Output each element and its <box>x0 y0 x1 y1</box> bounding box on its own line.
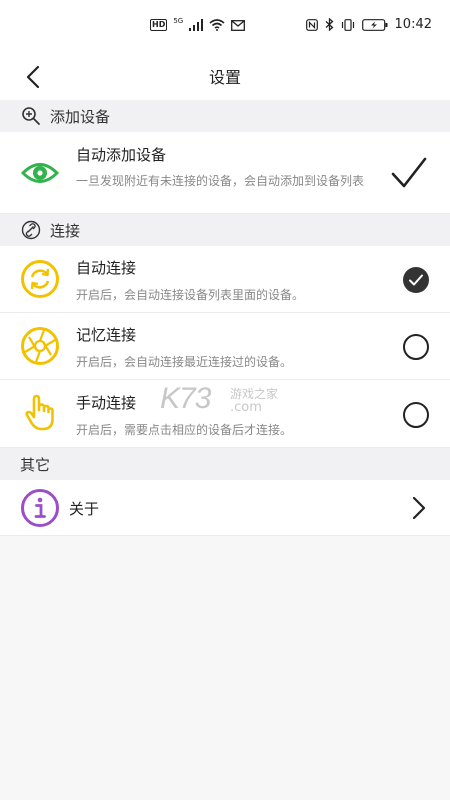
page-title: 设置 <box>208 68 241 87</box>
row-description: 开启后，会自动连接设备列表里面的设备。 <box>76 288 305 302</box>
clock: 10:42 <box>394 17 432 32</box>
status-left: HD 5G <box>150 17 246 31</box>
row-description: 开启后，需要点击相应的设备后才连接。 <box>76 423 293 437</box>
row-auto-add-device[interactable]: 自动添加设备 一旦发现附近有未连接的设备，会自动添加到设备列表 <box>0 132 450 214</box>
radio-checked-icon[interactable] <box>402 266 430 294</box>
chevron-right-icon[interactable] <box>410 495 428 521</box>
checkmark-icon[interactable] <box>390 156 428 190</box>
status-right: 10:42 <box>305 17 432 32</box>
section-header-connect: 连接 <box>0 214 450 246</box>
row-title: 手动连接 <box>76 394 137 412</box>
section-label-connect: 连接 <box>50 221 81 240</box>
row-description: 一旦发现附近有未连接的设备，会自动添加到设备列表 <box>76 174 365 188</box>
section-header-other: 其它 <box>0 448 450 480</box>
top-bar: 设置 <box>0 52 450 100</box>
network-label: 5G <box>173 17 184 25</box>
refresh-icon <box>21 260 59 298</box>
link-icon <box>21 220 41 240</box>
radio-unchecked-icon[interactable] <box>402 333 430 361</box>
signal-icon <box>189 19 204 31</box>
hand-pointer-icon <box>25 394 54 431</box>
row-title: 自动连接 <box>76 259 137 277</box>
nfc-icon <box>305 18 318 31</box>
row-title: 自动添加设备 <box>76 146 167 164</box>
status-bar: HD 5G 10:42 <box>0 0 450 52</box>
bluetooth-icon <box>325 18 334 31</box>
row-about[interactable]: 关于 <box>0 480 450 536</box>
vibrate-icon <box>341 18 354 31</box>
section-header-add-device: 添加设备 <box>0 100 450 132</box>
row-auto-connect[interactable]: 自动连接 开启后，会自动连接设备列表里面的设备。 <box>0 246 450 313</box>
info-icon <box>21 489 59 527</box>
wifi-icon <box>209 19 225 31</box>
row-title: 记忆连接 <box>76 326 137 344</box>
row-memory-connect[interactable]: 记忆连接 开启后，会自动连接最近连接过的设备。 <box>0 313 450 380</box>
row-description: 开启后，会自动连接最近连接过的设备。 <box>76 355 293 369</box>
section-label-add-device: 添加设备 <box>50 107 111 126</box>
battery-icon <box>361 18 388 31</box>
search-plus-icon <box>22 107 40 125</box>
hd-badge: HD <box>150 19 168 31</box>
row-title: 关于 <box>69 500 100 518</box>
mail-icon <box>231 19 246 31</box>
aperture-icon <box>21 327 59 365</box>
eye-icon <box>20 163 60 183</box>
row-manual-connect[interactable]: 手动连接 开启后，需要点击相应的设备后才连接。 <box>0 380 450 448</box>
radio-unchecked-icon[interactable] <box>402 401 430 429</box>
section-label-other: 其它 <box>20 455 51 474</box>
